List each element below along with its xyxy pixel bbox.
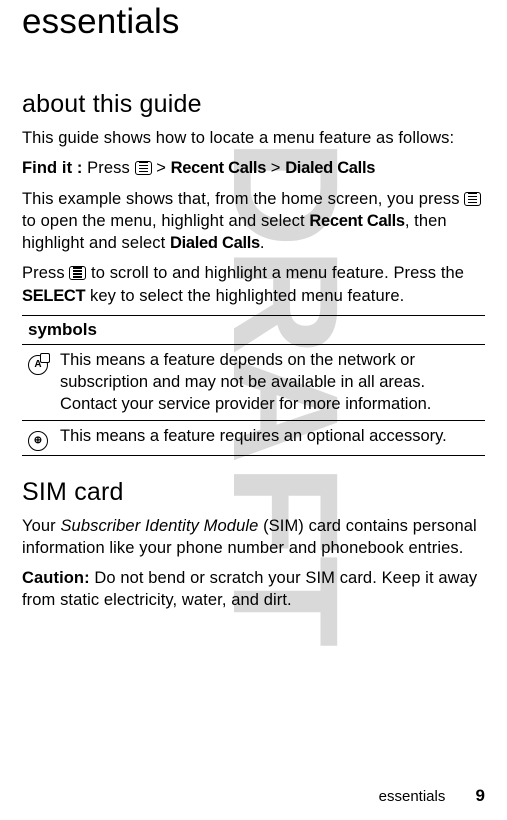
symbols-header: symbols [22,315,485,344]
page-title: essentials [22,2,485,42]
about-p2: This example shows that, from the home s… [22,188,485,255]
symbols-row2: This means a feature requires an optiona… [54,420,485,455]
p3a: Press [22,264,69,282]
caution-text: Do not bend or scratch your SIM card. Ke… [22,569,477,609]
findit-label: Find it : [22,159,82,177]
find-it-line: Find it : Press > Recent Calls > Dialed … [22,157,485,179]
footer-label: essentials [379,788,446,805]
page-number: 9 [476,786,485,805]
p3b: to scroll to and highlight a menu featur… [86,264,464,282]
p2-recent: Recent Calls [309,212,404,230]
page-footer: essentials 9 [379,786,485,806]
accessory-required-icon: ⊕ [28,431,48,451]
table-row: A This means a feature depends on the ne… [22,344,485,420]
menu-key-icon [135,161,152,175]
menu-key-icon [69,266,86,280]
network-dependent-icon: A [28,355,48,375]
menu-key-icon [464,192,481,206]
about-p3: Press to scroll to and highlight a menu … [22,262,485,307]
caution-label: Caution: [22,569,90,587]
findit-gt2: > [266,159,285,177]
findit-dialed: Dialed Calls [285,159,375,177]
p3-select: SELECT [22,287,85,305]
about-p1: This guide shows how to locate a menu fe… [22,127,485,149]
symbols-row1: This means a feature depends on the netw… [54,344,485,420]
p2d: . [260,234,265,252]
symbols-table: symbols A This means a feature depends o… [22,315,485,456]
p2-dialed: Dialed Calls [170,234,260,252]
findit-gt1: > [152,159,171,177]
sim-p2: Caution: Do not bend or scratch your SIM… [22,567,485,612]
p2b: to open the menu, highlight and select [22,212,309,230]
findit-recent: Recent Calls [171,159,266,177]
p3c: key to select the highlighted menu featu… [85,287,404,305]
sim-p1: Your Subscriber Identity Module (SIM) ca… [22,515,485,560]
p2a: This example shows that, from the home s… [22,190,464,208]
sim-p1a: Your [22,517,60,535]
table-row: ⊕ This means a feature requires an optio… [22,420,485,455]
page-content: essentials about this guide This guide s… [22,2,485,612]
section-about-heading: about this guide [22,90,485,119]
section-sim-heading: SIM card [22,478,485,507]
findit-press: Press [82,159,134,177]
sim-p1-em: Subscriber Identity Module [60,517,258,535]
